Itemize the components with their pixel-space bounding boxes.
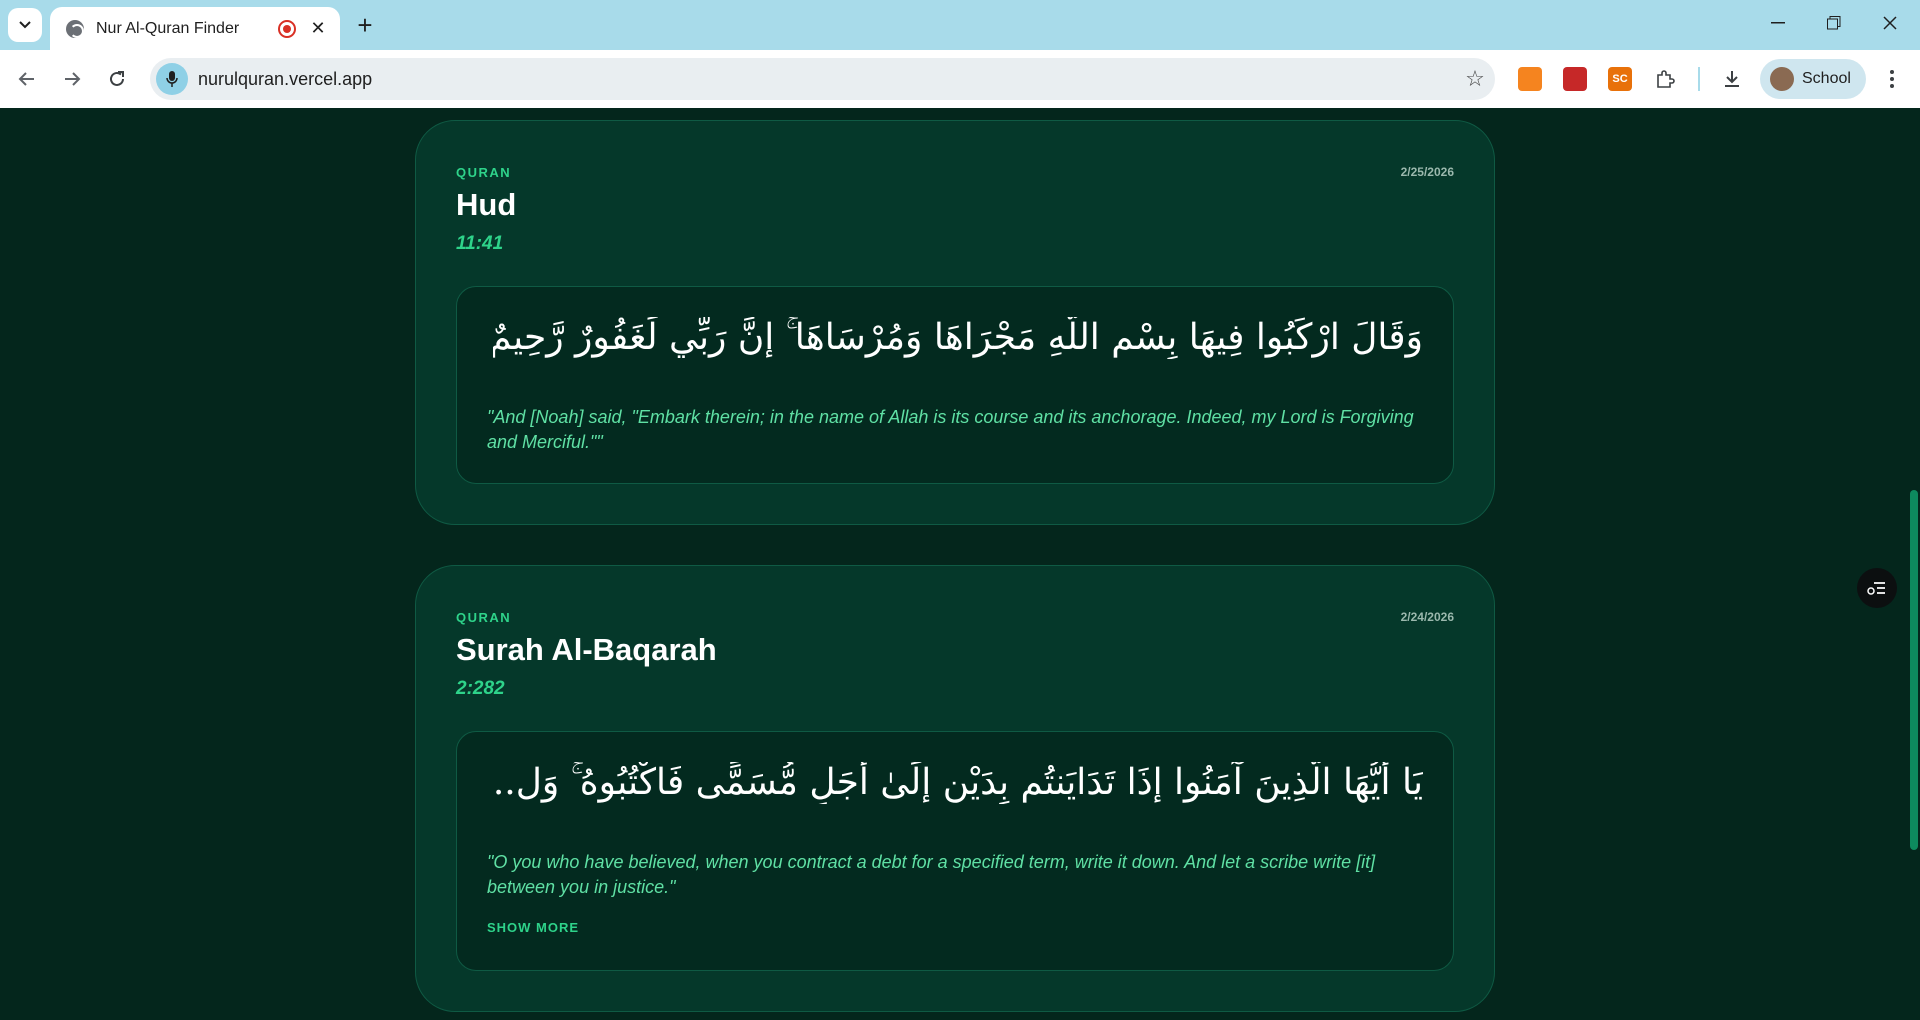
close-window-button[interactable] [1862, 0, 1918, 46]
tab-search-button[interactable] [8, 8, 42, 42]
address-bar[interactable]: nurulquran.vercel.app ☆ [150, 58, 1495, 100]
arrow-left-icon [18, 72, 34, 86]
sc-extension-icon[interactable]: SC [1608, 67, 1632, 91]
arabic-text: وَقَالَ ارْكَبُوا فِيهَا بِسْمِ اللَّهِ … [493, 317, 1423, 358]
avatar [1770, 67, 1794, 91]
source-label: QURAN [456, 610, 512, 625]
reload-icon [110, 71, 124, 86]
reload-button[interactable] [100, 62, 134, 96]
date-label: 2/25/2026 [1400, 165, 1454, 179]
tab-bar: Nur Al-Quran Finder ✕ + [0, 0, 1920, 50]
scrollbar-thumb[interactable] [1910, 490, 1918, 850]
verse-reference: 2:282 [456, 678, 505, 699]
back-button[interactable] [10, 62, 44, 96]
date-label: 2/24/2026 [1400, 610, 1454, 624]
recording-icon [278, 19, 296, 38]
scrollbar[interactable] [1908, 108, 1920, 1020]
verse-card: QURAN 2/24/2026 Surah Al-Baqarah 2:282 ي… [415, 565, 1495, 1012]
verse-box: يَا أَيُّهَا الَّذِينَ آمَنُوا إِذَا تَد… [456, 731, 1454, 971]
verse-card: QURAN 2/25/2026 Hud 11:41 وَقَالَ ارْكَب… [415, 120, 1495, 525]
download-icon[interactable] [1720, 67, 1744, 91]
translation-text: "And [Noah] said, "Embark therein; in th… [487, 407, 1414, 452]
more-menu-icon[interactable] [1880, 64, 1904, 94]
tab-title: Nur Al-Quran Finder [96, 19, 240, 37]
page-content: QURAN 2/25/2026 Hud 11:41 وَقَالَ ارْكَب… [0, 108, 1920, 1020]
minimize-icon [1771, 22, 1785, 24]
surah-title: Surah Al-Baqarah [456, 632, 717, 667]
microphone-icon[interactable] [156, 63, 188, 95]
restore-icon [1827, 16, 1841, 30]
active-tab[interactable]: Nur Al-Quran Finder ✕ [50, 7, 340, 50]
reading-list-icon[interactable] [1857, 568, 1897, 608]
source-label: QURAN [456, 165, 512, 180]
chevron-down-icon [19, 21, 31, 29]
close-icon [1883, 16, 1897, 30]
verse-reference: 11:41 [456, 233, 504, 254]
verse-box: وَقَالَ ارْكَبُوا فِيهَا بِسْمِ اللَّهِ … [456, 286, 1454, 484]
arabic-text: يَا أَيُّهَا الَّذِينَ آمَنُوا إِذَا تَد… [493, 762, 1423, 803]
puzzle-icon[interactable] [1653, 67, 1677, 91]
profile-button[interactable]: School [1760, 59, 1866, 99]
minimize-button[interactable] [1750, 0, 1806, 46]
new-tab-button[interactable]: + [350, 10, 380, 40]
translation-text: "O you who have believed, when you contr… [487, 852, 1376, 897]
toolbar-divider [1698, 67, 1700, 91]
forward-button[interactable] [55, 62, 89, 96]
arrow-right-icon [65, 72, 81, 86]
metamask-icon[interactable] [1518, 67, 1542, 91]
red-extension-icon[interactable] [1563, 67, 1587, 91]
close-tab-icon[interactable]: ✕ [308, 18, 328, 39]
bookmark-star-icon[interactable]: ☆ [1455, 66, 1495, 92]
show-more-button[interactable]: SHOW MORE [487, 920, 579, 935]
url-text: nurulquran.vercel.app [198, 68, 373, 89]
globe-icon [66, 19, 84, 38]
restore-button[interactable] [1806, 0, 1862, 46]
browser-toolbar: nurulquran.vercel.app ☆ SC School [0, 50, 1920, 108]
profile-name: School [1802, 70, 1851, 87]
surah-title: Hud [456, 187, 517, 222]
